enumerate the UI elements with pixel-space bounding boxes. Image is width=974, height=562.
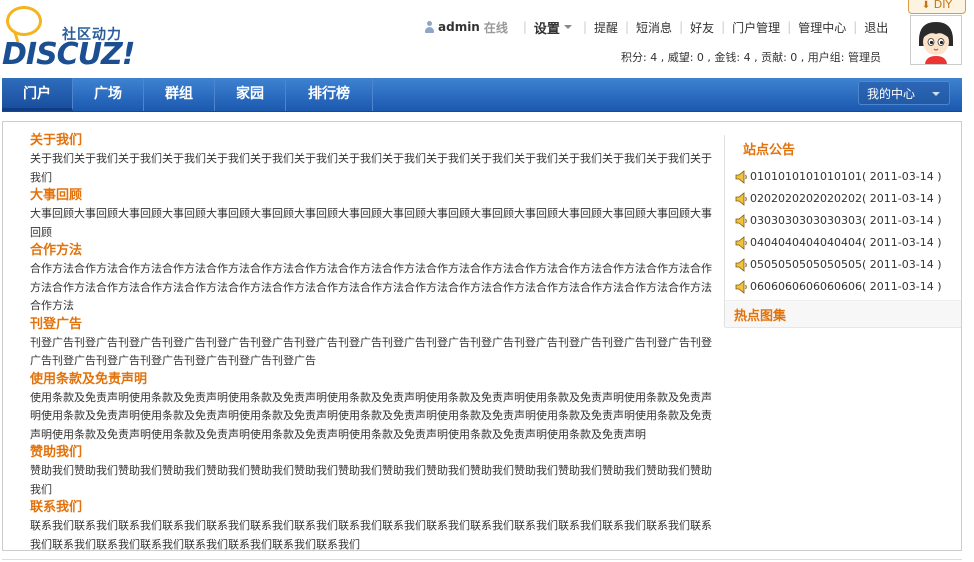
hot-gallery-header: 热点图集 [725,300,961,328]
nav-tab-home[interactable]: 家园 [215,78,286,111]
divider: | [625,20,630,34]
list-item[interactable]: 0606060606060606( 2011-03-14 ) [735,276,942,298]
notice-date: ( 2011-03-14 ) [861,236,942,249]
notice-title: 站点公告 [743,143,796,158]
list-item[interactable]: 0505050505050505( 2011-03-14 ) [735,254,942,276]
section-title-sponsor: 赞助我们 [30,445,83,460]
section-title-terms: 使用条款及免责声明 [30,371,148,387]
main-nav: 门户 广场 群组 家园 排行榜 我的中心 [2,78,962,112]
divider: | [853,20,858,34]
logout-link[interactable]: 退出 [864,19,888,36]
section-body-history: 大事回顾大事回顾大事回顾大事回顾大事回顾大事回顾大事回顾大事回顾大事回顾大事回顾… [30,207,712,239]
section-body-about: 关于我们关于我们关于我们关于我们关于我们关于我们关于我们关于我们关于我们关于我们… [30,152,712,184]
nav-tab-groups[interactable]: 群组 [144,78,215,111]
diy-button[interactable]: ⬇ DIY [908,0,966,14]
list-item[interactable]: 0101010101010101( 2011-03-14 ) [735,166,942,188]
speaker-icon [735,170,747,184]
speaker-icon [735,280,747,294]
notice-date: ( 2011-03-14 ) [861,280,942,293]
divider: | [679,20,684,34]
section-title-cooperation: 合作方法 [30,243,83,258]
list-item[interactable]: 0202020202020202( 2011-03-14 ) [735,188,942,210]
my-center-dropdown[interactable]: 我的中心 [858,81,950,105]
arrow-down-icon: ⬇ [921,0,931,11]
diy-label: DIY [933,0,953,11]
section-title-contact: 联系我们 [30,500,83,515]
section-body-cooperation: 合作方法合作方法合作方法合作方法合作方法合作方法合作方法合作方法合作方法合作方法… [30,262,712,312]
section-body-terms: 使用条款及免责声明使用条款及免责声明使用条款及免责声明使用条款及免责声明使用条款… [30,390,712,441]
nav-tab-portal[interactable]: 门户 [2,78,73,111]
username-link[interactable]: admin [438,20,480,34]
user-icon [424,21,435,33]
avatar[interactable] [910,15,962,65]
section-title-about: 关于我们 [30,133,83,148]
notice-text[interactable]: 0505050505050505 [750,254,862,276]
notice-text[interactable]: 0606060606060606 [750,276,862,298]
messages-link[interactable]: 短消息 [636,19,672,36]
logo-bubble-icon [6,6,42,36]
divider: | [721,20,726,34]
speaker-icon [735,236,747,250]
list-item[interactable]: 0404040404040404( 2011-03-14 ) [735,232,942,254]
main-content: 关于我们 关于我们关于我们关于我们关于我们关于我们关于我们关于我们关于我们关于我… [30,132,718,554]
notice-text[interactable]: 0101010101010101 [750,166,862,188]
notice-date: ( 2011-03-14 ) [861,258,942,271]
notice-date: ( 2011-03-14 ) [861,214,942,227]
divider: | [582,20,587,34]
section-body-contact: 联系我们联系我们联系我们联系我们联系我们联系我们联系我们联系我们联系我们联系我们… [30,519,712,551]
notice-text[interactable]: 0202020202020202 [750,188,862,210]
notice-list: 0101010101010101( 2011-03-14 ) 020202020… [735,166,942,298]
notice-date: ( 2011-03-14 ) [861,170,942,183]
settings-menu[interactable]: 设置 [534,18,560,37]
speaker-icon [735,214,747,228]
admin-center-link[interactable]: 管理中心 [798,19,846,36]
user-menu: admin 在线 | 设置 | 提醒 | 短消息 | 好友 | 门户管理 | 管… [424,18,888,37]
notice-text[interactable]: 0404040404040404 [750,232,862,254]
hot-gallery-title: 热点图集 [734,309,787,324]
portal-admin-link[interactable]: 门户管理 [732,19,780,36]
sidebar: 站点公告 0101010101010101( 2011-03-14 ) 0202… [724,135,961,328]
notice-text[interactable]: 0303030303030303 [750,210,862,232]
friends-link[interactable]: 好友 [690,19,714,36]
user-credits[interactable]: 积分: 4 , 威望: 0 , 金钱: 4 , 贡献: 0 , 用户组: 管理员 [621,49,881,65]
nav-tab-ranking[interactable]: 排行榜 [286,78,373,111]
logo-wordmark: DISCUZ! [2,37,135,72]
divider: | [787,20,792,34]
list-item[interactable]: 0303030303030303( 2011-03-14 ) [735,210,942,232]
section-title-history: 大事回顾 [30,188,83,203]
online-status[interactable]: 在线 [484,19,508,36]
speaker-icon [735,258,747,272]
reminder-link[interactable]: 提醒 [594,19,618,36]
my-center-label: 我的中心 [867,87,916,101]
chevron-down-icon[interactable] [563,25,572,29]
section-body-advertise: 刊登广告刊登广告刊登广告刊登广告刊登广告刊登广告刊登广告刊登广告刊登广告刊登广告… [30,335,712,368]
section-title-advertise: 刊登广告 [30,316,83,332]
section-body-sponsor: 赞助我们赞助我们赞助我们赞助我们赞助我们赞助我们赞助我们赞助我们赞助我们赞助我们… [30,464,712,496]
divider: | [522,20,527,34]
speaker-icon [735,192,747,206]
divider [2,559,962,560]
avatar-cartoon-icon [911,16,961,64]
site-logo[interactable]: 社区动力 DISCUZ! [2,4,137,72]
notice-date: ( 2011-03-14 ) [861,192,942,205]
nav-tab-square[interactable]: 广场 [73,78,144,111]
chevron-down-icon [932,92,940,96]
